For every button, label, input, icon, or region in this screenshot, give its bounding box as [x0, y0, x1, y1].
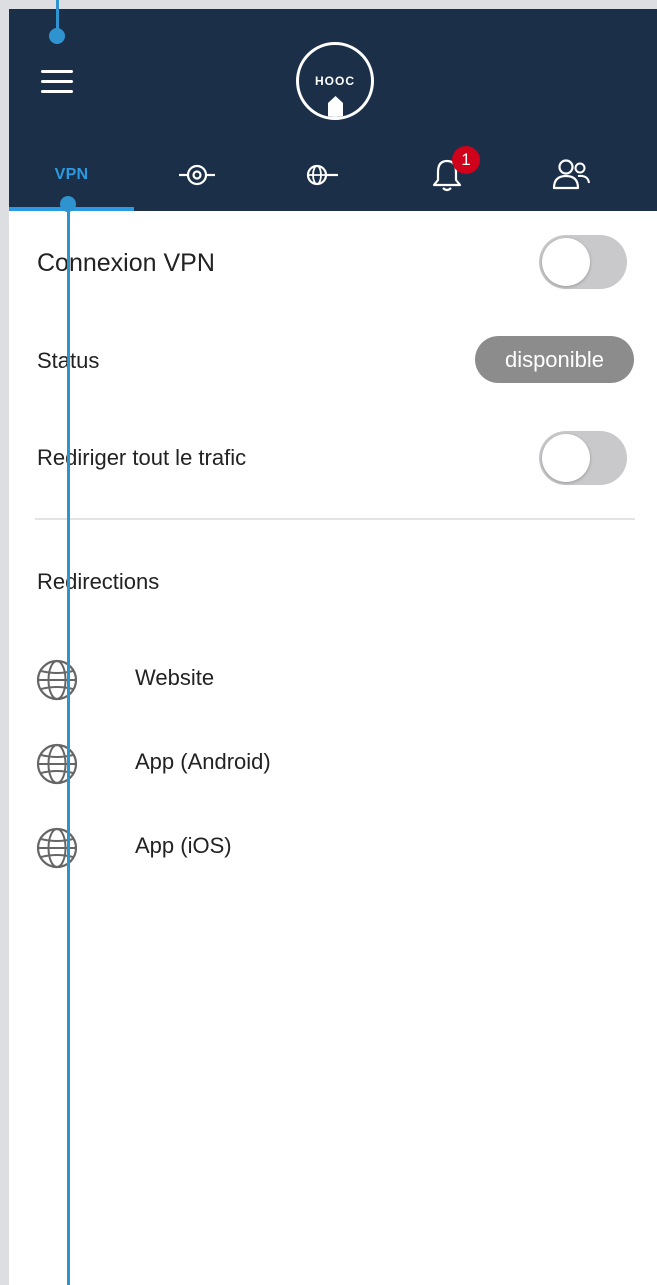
redirection-label: Website	[135, 665, 215, 690]
house-icon	[328, 96, 343, 117]
tab-notifications[interactable]	[384, 139, 509, 211]
network-node-icon	[178, 164, 215, 186]
annotation-dot-menu	[49, 28, 65, 44]
redirections-header: Redirections	[9, 569, 657, 599]
vpn-connection-label: Connexion VPN	[37, 249, 215, 277]
tab-users[interactable]	[509, 139, 634, 211]
menu-icon[interactable]	[41, 70, 75, 94]
redirection-label: App (Android)	[135, 749, 271, 774]
globe-icon	[36, 827, 78, 869]
vpn-connection-row: Connexion VPN	[9, 231, 657, 291]
redirection-label: App (iOS)	[135, 833, 232, 858]
redirect-all-toggle[interactable]	[539, 431, 627, 485]
globe-connection-icon	[306, 164, 338, 186]
annotation-line-vpn-tab	[67, 203, 70, 1285]
logo: HOOC	[296, 42, 374, 120]
logo-text: HOOC	[315, 74, 355, 88]
tab-vpn-label: VPN	[54, 166, 89, 183]
notification-badge: 1	[452, 146, 480, 174]
redirect-all-row: Rediriger tout le trafic	[9, 427, 657, 487]
app-screen: HOOC VPN 1 Connexion VPN disponible Redi…	[9, 9, 657, 1285]
status-row: Status disponible	[9, 335, 657, 385]
toggle-knob	[542, 434, 590, 482]
annotation-dot-vpn-tab	[60, 196, 76, 212]
redirection-item-ios[interactable]: App (iOS)	[9, 816, 657, 876]
globe-icon	[36, 743, 78, 785]
globe-icon	[36, 659, 78, 701]
redirection-item-website[interactable]: Website	[9, 648, 657, 708]
toggle-knob	[542, 238, 590, 286]
tab-network[interactable]	[134, 139, 259, 211]
users-icon	[552, 159, 590, 190]
redirections-title: Redirections	[37, 569, 160, 594]
vpn-connection-toggle[interactable]	[539, 235, 627, 289]
divider	[35, 518, 635, 520]
redirection-item-android[interactable]: App (Android)	[9, 732, 657, 792]
app-header: HOOC VPN 1	[9, 9, 657, 211]
tab-globe[interactable]	[259, 139, 384, 211]
tab-bar: VPN 1	[9, 139, 657, 211]
status-badge: disponible	[475, 336, 634, 383]
